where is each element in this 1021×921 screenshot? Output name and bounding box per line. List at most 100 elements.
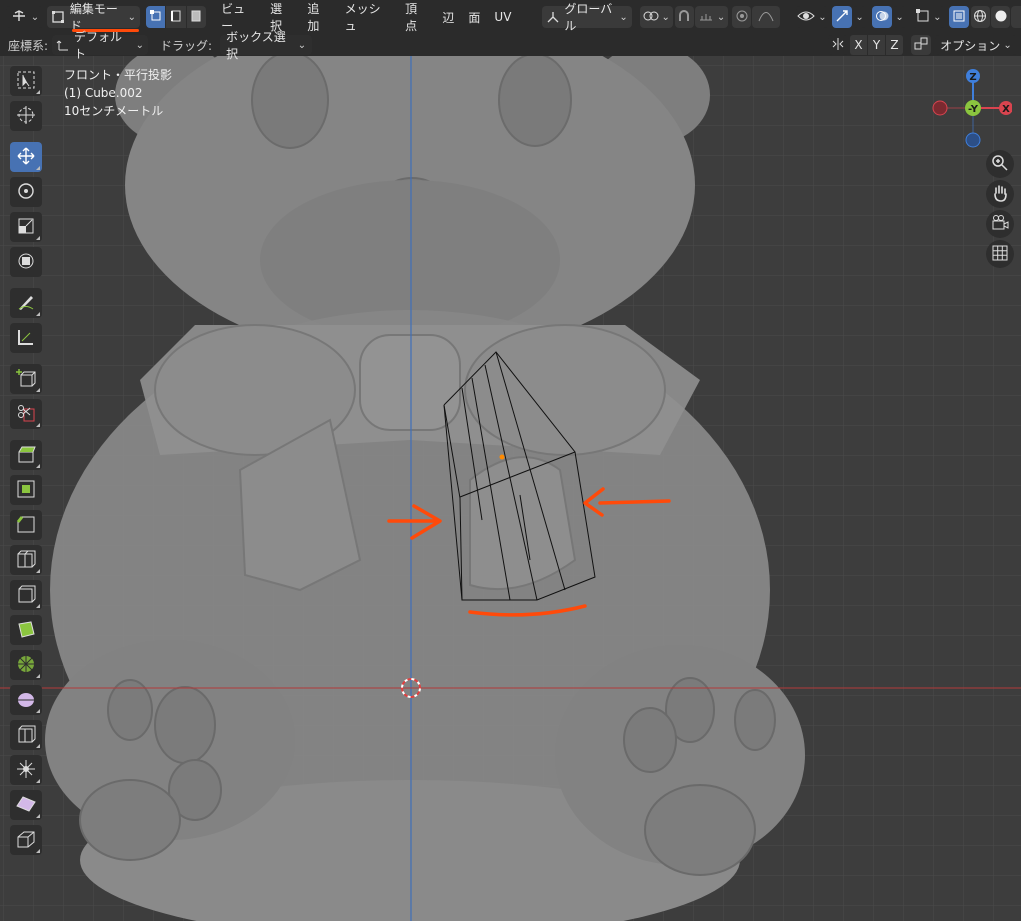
shading-wireframe-icon	[973, 9, 987, 26]
orientation-icon	[546, 10, 560, 24]
select-box-tool[interactable]	[10, 66, 42, 96]
menu-face[interactable]: 面	[461, 6, 487, 28]
proportional-toggle[interactable]	[732, 6, 752, 28]
spin-tool[interactable]	[10, 650, 42, 680]
menu-edge[interactable]: 辺	[435, 6, 461, 28]
smooth-tool-icon	[16, 689, 36, 712]
object-name: (1) Cube.002	[64, 86, 143, 100]
extrude-tool-icon	[16, 444, 36, 467]
snap-toggle[interactable]	[674, 6, 695, 28]
vertex-select-icon	[149, 9, 162, 25]
xray-toggle[interactable]	[949, 6, 969, 28]
inset-tool[interactable]	[10, 475, 42, 505]
grid-icon	[992, 245, 1008, 264]
shrink-fatten-tool-icon	[16, 759, 36, 782]
select-box-tool-icon	[16, 70, 36, 93]
orientation-label: グローバル	[564, 2, 613, 33]
options-dropdown[interactable]: オプション ⌄	[935, 35, 1017, 55]
auto-merge-button[interactable]	[911, 35, 931, 55]
transform-tool[interactable]	[10, 247, 42, 277]
camera-view-button[interactable]	[986, 210, 1014, 238]
offset-edge-tool[interactable]	[10, 580, 42, 610]
auto-merge-icon	[914, 37, 928, 54]
mirror-y-toggle[interactable]: Y	[868, 35, 885, 55]
move-tool[interactable]	[10, 142, 42, 172]
cursor-tool[interactable]	[10, 101, 42, 131]
menu-vertex[interactable]: 頂点	[398, 2, 435, 33]
menu-mesh[interactable]: メッシュ	[338, 2, 399, 33]
face-select-button[interactable]	[186, 6, 207, 28]
3d-viewport[interactable]	[0, 0, 1021, 921]
shading-solid-button[interactable]	[991, 6, 1011, 28]
mirror-icon	[831, 37, 845, 54]
mirror-icon-button[interactable]	[828, 35, 848, 55]
editor-type-button[interactable]: ⌄	[6, 6, 43, 28]
menu-add[interactable]: 追加	[300, 2, 337, 33]
shading-wireframe-button[interactable]	[970, 6, 991, 28]
shrink-fatten-tool[interactable]	[10, 755, 42, 785]
gizmo-dropdown[interactable]: ⌄	[852, 6, 867, 28]
vertex-select-button[interactable]	[146, 6, 166, 28]
annotate-tool[interactable]	[10, 288, 42, 318]
face-select-icon	[190, 10, 202, 25]
drag-dropdown[interactable]: ボックス選択 ⌄	[220, 30, 313, 61]
orientation-dropdown[interactable]: グローバル ⌄	[542, 2, 632, 33]
hand-icon	[991, 184, 1009, 205]
overlay-dropdown[interactable]: ⌄	[892, 6, 907, 28]
edge-select-button[interactable]	[166, 6, 186, 28]
extrude-tool[interactable]	[10, 440, 42, 470]
axis-x-label: X	[854, 38, 863, 52]
mode-dropdown[interactable]: 編集モード ⌄	[46, 2, 141, 33]
overlay-toggle[interactable]	[872, 6, 892, 28]
knife-tool[interactable]	[10, 399, 42, 429]
zoom-button[interactable]	[986, 150, 1014, 178]
gizmo-x-label: X	[1002, 104, 1010, 115]
rotate-tool[interactable]	[10, 177, 42, 207]
editor-type-icon	[10, 9, 28, 26]
smooth-tool[interactable]	[10, 685, 42, 715]
add-cube-tool[interactable]	[10, 364, 42, 394]
poly-build-tool-icon	[16, 619, 36, 642]
mesh-edit-overlay-icon	[916, 8, 930, 26]
menu-view[interactable]: ビュー	[214, 2, 263, 33]
mesh-overlay-dropdown[interactable]: ⌄	[912, 6, 946, 28]
shear-tool-icon	[16, 794, 36, 817]
navigation-gizmo[interactable]: Z X -Y	[932, 66, 1012, 156]
menu-select[interactable]: 選択	[263, 2, 300, 33]
poly-build-tool[interactable]	[10, 615, 42, 645]
gizmo-z-label: Z	[969, 72, 976, 83]
edge-slide-tool-icon	[16, 724, 36, 747]
snap-target-dropdown[interactable]: ⌄	[695, 6, 729, 28]
measure-tool[interactable]	[10, 323, 42, 353]
shear-tool[interactable]	[10, 790, 42, 820]
mirror-z-toggle[interactable]: Z	[886, 35, 903, 55]
gizmo-toggle[interactable]	[832, 6, 852, 28]
bevel-tool-icon	[16, 514, 36, 537]
loop-cut-tool[interactable]	[10, 545, 42, 575]
rip-tool[interactable]	[10, 825, 42, 855]
snap-target-icon	[698, 10, 714, 25]
scale-tool[interactable]	[10, 212, 42, 242]
edit-mode-icon	[51, 10, 65, 24]
coord-dropdown[interactable]: デフォルト ⌄	[52, 30, 149, 61]
loop-cut-tool-icon	[16, 549, 36, 572]
scale-label: 10センチメートル	[64, 104, 164, 118]
edge-slide-tool[interactable]	[10, 720, 42, 750]
menu-uv[interactable]: UV	[487, 6, 518, 28]
mirror-x-toggle[interactable]: X	[850, 35, 867, 55]
offset-edge-tool-icon	[16, 584, 36, 607]
edge-select-icon	[170, 10, 182, 25]
pan-button[interactable]	[986, 180, 1014, 208]
pivot-dropdown[interactable]: ⌄	[639, 6, 673, 28]
proportional-falloff-dropdown[interactable]	[752, 6, 780, 28]
bevel-tool[interactable]	[10, 510, 42, 540]
visibility-icon	[797, 9, 815, 26]
visibility-dropdown[interactable]: ⌄	[795, 6, 829, 28]
axis-z-label: Z	[890, 38, 899, 52]
rotate-tool-icon	[16, 181, 36, 204]
shading-material-button[interactable]	[1011, 6, 1021, 28]
options-label: オプション	[940, 38, 1001, 53]
projection-toggle-button[interactable]	[986, 240, 1014, 268]
move-tool-icon	[16, 146, 36, 169]
coord-label: 座標系:	[8, 38, 49, 53]
